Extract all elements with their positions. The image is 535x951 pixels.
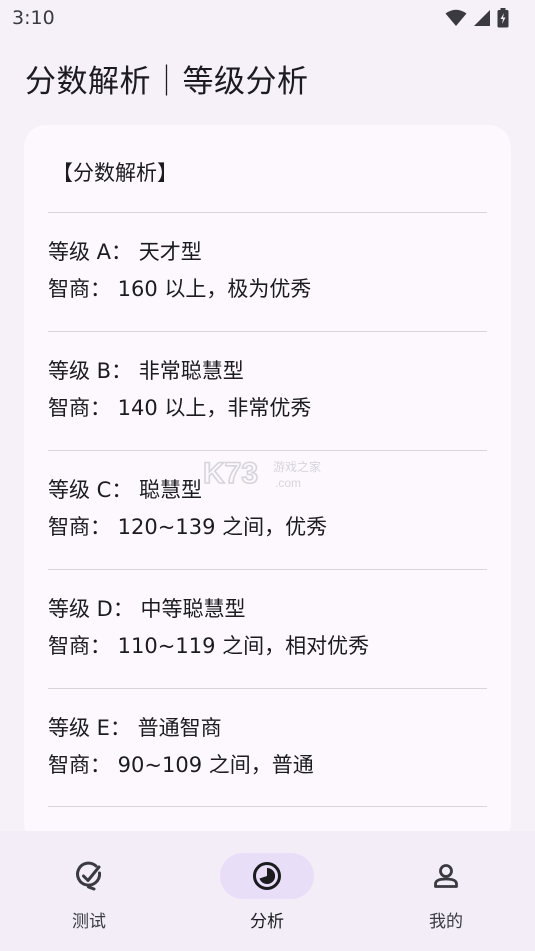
- svg-text:K73: K73: [203, 457, 258, 490]
- iq-description: 智商： 160 以上，极为优秀: [48, 277, 312, 301]
- battery-charging-icon: [497, 8, 509, 28]
- divider: [48, 331, 487, 332]
- iq-description: 智商： 140 以上，非常优秀: [48, 396, 312, 420]
- status-bar: 3:10: [0, 0, 535, 36]
- k73-watermark-logo: K73 游戏之家 .com: [203, 456, 321, 491]
- iq-description: 智商： 90~109 之间，普通: [48, 753, 314, 777]
- nav-item-profile[interactable]: 我的: [381, 831, 511, 951]
- grade-item-e: 等级 E： 普通智商 智商： 90~109 之间，普通: [48, 710, 488, 784]
- wifi-icon: [445, 9, 467, 26]
- nav-label: 我的: [429, 912, 463, 932]
- nav-item-analysis[interactable]: 分析: [202, 831, 332, 951]
- grade-item-d: 等级 D： 中等聪慧型 智商： 110~119 之间，相对优秀: [48, 591, 488, 665]
- nav-label: 测试: [72, 912, 106, 932]
- page-title: 分数解析｜等级分析: [25, 64, 309, 100]
- grade-label: 等级 B： 非常聪慧型: [48, 359, 244, 383]
- iq-description: 智商： 120~139 之间，优秀: [48, 515, 328, 539]
- grade-label: 等级 A： 天才型: [48, 240, 202, 264]
- nav-icon-container: [399, 853, 493, 899]
- profile-person-icon: [434, 864, 458, 888]
- divider: [48, 212, 487, 213]
- divider: [48, 688, 487, 689]
- iq-description: 智商： 110~119 之间，相对优秀: [48, 634, 370, 658]
- grade-label: 等级 E： 普通智商: [48, 716, 222, 740]
- nav-item-test[interactable]: 测试: [24, 831, 154, 951]
- status-time: 3:10: [12, 7, 55, 29]
- divider: [48, 450, 487, 451]
- grade-item-b: 等级 B： 非常聪慧型 智商： 140 以上，非常优秀: [48, 353, 488, 427]
- nav-label: 分析: [250, 912, 284, 932]
- status-icons: [445, 8, 509, 28]
- svg-text:.com: .com: [275, 476, 301, 490]
- cellular-signal-icon: [474, 10, 490, 26]
- test-check-icon: [76, 861, 102, 891]
- nav-icon-container: [220, 853, 314, 899]
- svg-text:游戏之家: 游戏之家: [273, 459, 321, 474]
- bottom-navigation: 测试 分析 我的: [0, 831, 535, 951]
- analysis-chart-icon: [253, 862, 281, 890]
- grade-item-a: 等级 A： 天才型 智商： 160 以上，极为优秀: [48, 234, 488, 308]
- nav-icon-container: [42, 853, 136, 899]
- card-header: 【分数解析】: [52, 161, 178, 185]
- divider: [48, 806, 487, 807]
- grade-label: 等级 D： 中等聪慧型: [48, 597, 246, 621]
- divider: [48, 569, 487, 570]
